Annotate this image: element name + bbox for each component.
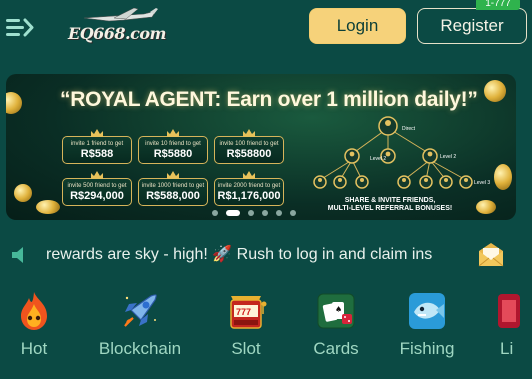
tree-label-level2b: Level 2 [440, 154, 456, 160]
marquee-text: rewards are sky - high! 🚀 Rush to log in… [46, 246, 433, 263]
gold-coin [36, 200, 60, 214]
crown-icon [167, 129, 179, 137]
category-slot[interactable]: 777 Slot [220, 290, 272, 359]
svg-text:♠: ♠ [335, 305, 342, 314]
register-button[interactable]: Register [417, 8, 527, 44]
share-caption: SHARE & INVITE FRIENDS, MULTI-LEVEL REFE… [327, 197, 453, 212]
login-button[interactable]: Login [309, 8, 406, 44]
promo-banner[interactable]: “ROYAL AGENT: Earn over 1 million daily!… [6, 74, 516, 220]
carousel-dots [212, 210, 296, 216]
reward-tile: invite 10 friend to get R$5880 [138, 129, 208, 164]
tree-label-level3: Level 3 [474, 180, 490, 186]
flame-icon [21, 292, 47, 330]
slot-machine-icon: 777 [230, 296, 267, 329]
carousel-dot-active[interactable] [226, 210, 240, 216]
banner-title: “ROYAL AGENT: Earn over 1 million daily!… [60, 88, 478, 111]
reward-tile: invite 1000 friend to get R$588,000 [138, 171, 208, 206]
crown-icon [243, 171, 255, 179]
carousel-dot[interactable] [290, 210, 296, 216]
gold-coin [476, 200, 496, 214]
reward-tile: invite 500 friend to get R$294,000 [62, 171, 132, 206]
live-icon [498, 294, 520, 328]
reward-tile: invite 1 friend to get R$588 [62, 129, 132, 164]
category-hot[interactable]: Hot [6, 290, 62, 359]
register-bonus-badge: 1-777 [476, 0, 520, 10]
carousel-dot[interactable] [276, 210, 282, 216]
gold-coin [14, 184, 32, 202]
site-logo[interactable]: EQ668.com [64, 7, 166, 48]
crown-icon [243, 129, 255, 137]
rocket-icon [124, 294, 157, 327]
carousel-dot[interactable] [262, 210, 268, 216]
gold-coin [6, 92, 22, 114]
referral-tree-diagram: Direct Level 2 Level 2 Level 3 [313, 116, 490, 189]
category-fishing[interactable]: Fishing [394, 290, 460, 359]
crown-icon [167, 171, 179, 179]
category-cards[interactable]: ♠ Cards [308, 290, 364, 359]
category-blockchain[interactable]: Blockchain [94, 290, 186, 359]
logo-text: EQ668.com [68, 24, 166, 43]
tree-label-level2: Level 2 [370, 156, 386, 162]
announcement-marquee[interactable]: rewards are sky - high! 🚀 Rush to log in… [46, 244, 462, 266]
category-live[interactable]: Li [490, 290, 532, 359]
svg-text:777: 777 [236, 307, 251, 317]
cards-icon: ♠ [317, 293, 355, 329]
speaker-icon [12, 247, 23, 263]
carousel-dot[interactable] [212, 210, 218, 216]
menu-expand-icon[interactable] [6, 16, 34, 38]
reward-tile: invite 2000 friend to get R$1,176,000 [214, 171, 284, 206]
tree-label-direct: Direct [402, 126, 416, 132]
mail-icon[interactable] [476, 240, 506, 268]
top-header: EQ668.com Login Register 1-777 [0, 0, 532, 56]
fish-icon [409, 293, 445, 329]
crown-icon [91, 171, 103, 179]
carousel-dot[interactable] [248, 210, 254, 216]
crown-icon [91, 129, 103, 137]
reward-tile: invite 100 friend to get R$58800 [214, 129, 284, 164]
